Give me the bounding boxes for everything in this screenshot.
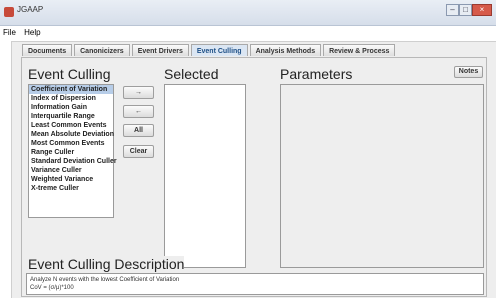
minimize-icon[interactable]: –: [446, 4, 459, 16]
notes-button[interactable]: Notes: [454, 66, 483, 78]
description-formula: CoV = (σ/μ)*100: [30, 285, 74, 291]
list-item[interactable]: Coefficient of Variation: [29, 85, 113, 94]
description-line: Analyze N events with the lowest Coeffic…: [30, 277, 180, 283]
list-item[interactable]: Standard Deviation Culler: [29, 157, 117, 166]
title-bar: JGAAP – □ ×: [0, 0, 496, 26]
list-item[interactable]: Most Common Events: [29, 139, 113, 148]
tab-event-drivers[interactable]: Event Drivers: [131, 44, 189, 56]
description-box: Analyze N events with the lowest Coeffic…: [26, 273, 484, 295]
list-item[interactable]: Range Culler: [29, 148, 113, 157]
menu-help[interactable]: Help: [21, 26, 43, 39]
event-culling-panel: Event Culling Coefficient of Variation I…: [21, 57, 487, 297]
list-item[interactable]: X-treme Culler: [29, 184, 113, 193]
culling-list[interactable]: Coefficient of Variation Index of Disper…: [28, 84, 117, 218]
event-culling-heading: Event Culling: [28, 66, 111, 82]
list-item[interactable]: Least Common Events: [29, 121, 113, 130]
close-icon[interactable]: ×: [472, 4, 492, 16]
list-item[interactable]: Variance Culler: [29, 166, 113, 175]
all-button[interactable]: All: [123, 124, 154, 137]
tab-documents[interactable]: Documents: [22, 44, 73, 56]
parameters-heading: Parameters: [280, 66, 353, 82]
window-title: JGAAP: [17, 5, 44, 14]
list-item[interactable]: Mean Absolute Deviation: [29, 130, 114, 139]
parameters-panel: [280, 84, 484, 268]
window-controls: – □ ×: [446, 4, 492, 16]
clear-button[interactable]: Clear: [123, 145, 154, 158]
list-item[interactable]: Weighted Variance: [29, 175, 113, 184]
selected-list[interactable]: [164, 84, 246, 268]
list-item[interactable]: Index of Dispersion: [29, 94, 113, 103]
menu-bar: File Help: [0, 26, 496, 40]
menu-file[interactable]: File: [0, 26, 19, 39]
remove-button[interactable]: ←: [123, 105, 154, 118]
main-window: Documents Canonicizers Event Drivers Eve…: [11, 41, 496, 298]
tab-review-process[interactable]: Review & Process: [323, 44, 396, 56]
tab-canonicizers[interactable]: Canonicizers: [74, 44, 130, 56]
selected-heading: Selected: [164, 66, 219, 82]
maximize-icon[interactable]: □: [459, 4, 472, 16]
tab-analysis-methods[interactable]: Analysis Methods: [249, 44, 322, 56]
list-item[interactable]: Interquartile Range: [29, 112, 113, 121]
tab-bar: Documents Canonicizers Event Drivers Eve…: [22, 44, 397, 56]
description-heading: Event Culling Description: [28, 256, 185, 272]
list-item[interactable]: Information Gain: [29, 103, 113, 112]
app-icon: [4, 7, 14, 17]
add-button[interactable]: →: [123, 86, 154, 99]
tab-event-culling[interactable]: Event Culling: [190, 44, 248, 56]
